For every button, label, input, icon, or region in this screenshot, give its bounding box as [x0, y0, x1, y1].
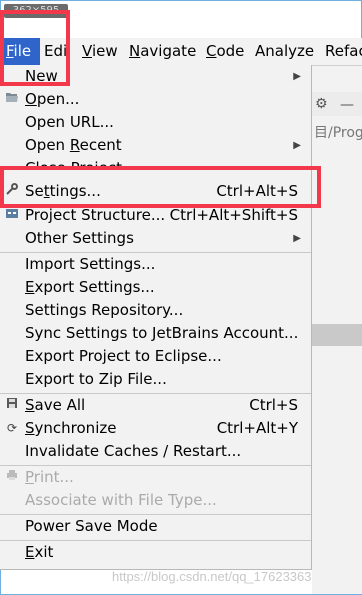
menu-item-print: Print... [0, 466, 311, 489]
editor-tab-strip [312, 324, 362, 346]
menu-item-export-settings[interactable]: Export Settings... [0, 276, 311, 299]
submenu-arrow-icon: ▶ [293, 233, 301, 244]
highlight-box-settings [0, 166, 321, 208]
menu-item-export-eclipse[interactable]: Export Project to Eclipse... [0, 345, 311, 368]
menu-item-export-zip[interactable]: Export to Zip File... [0, 368, 311, 391]
highlight-box-file-menu [0, 10, 70, 86]
menu-analyze[interactable]: Analyze [255, 38, 314, 65]
menu-item-other-settings[interactable]: Other Settings ▶ [0, 227, 311, 250]
menu-item-save-all[interactable]: Save All Ctrl+S [0, 394, 311, 417]
menu-navigate[interactable]: Navigate [129, 38, 196, 65]
project-path-fragment: 目/Progr [314, 125, 362, 141]
minimize-icon[interactable]: — [340, 97, 354, 113]
menu-item-open[interactable]: Open... [0, 88, 311, 111]
submenu-arrow-icon: ▶ [293, 71, 301, 82]
menu-item-settings-repository[interactable]: Settings Repository... [0, 299, 311, 322]
refresh-icon: ⟳ [6, 421, 18, 435]
file-menu-dropdown: New ▶ Open... Open URL... Open Recent ▶ … [0, 65, 312, 570]
menu-item-exit[interactable]: Exit [0, 541, 311, 564]
printer-icon [4, 466, 20, 489]
save-icon [4, 394, 20, 417]
menu-item-import-settings[interactable]: Import Settings... [0, 253, 311, 276]
shortcut-label: Ctrl+Alt+Y [216, 419, 298, 437]
folder-icon [4, 88, 20, 111]
menu-refactor[interactable]: Refac [325, 38, 362, 65]
menu-item-power-save-mode[interactable]: Power Save Mode [0, 515, 311, 538]
watermark: https://blog.csdn.net/qq_17623363 [112, 569, 312, 584]
menu-item-sync-settings[interactable]: Sync Settings to JetBrains Account... [0, 322, 311, 345]
menu-item-synchronize[interactable]: ⟳ Synchronize Ctrl+Alt+Y [0, 417, 311, 440]
shortcut-label: Ctrl+S [249, 396, 298, 414]
menu-item-open-recent[interactable]: Open Recent ▶ [0, 134, 311, 157]
menu-item-associate-file-type: Associate with File Type... [25, 491, 217, 509]
submenu-arrow-icon: ▶ [293, 140, 301, 151]
menu-view[interactable]: View [82, 38, 118, 65]
menu-item-invalidate-caches[interactable]: Invalidate Caches / Restart... [0, 440, 311, 463]
gear-icon[interactable]: ⚙ [315, 96, 328, 112]
menu-code[interactable]: Code [206, 38, 244, 65]
menu-item-open-url[interactable]: Open URL... [0, 111, 311, 134]
